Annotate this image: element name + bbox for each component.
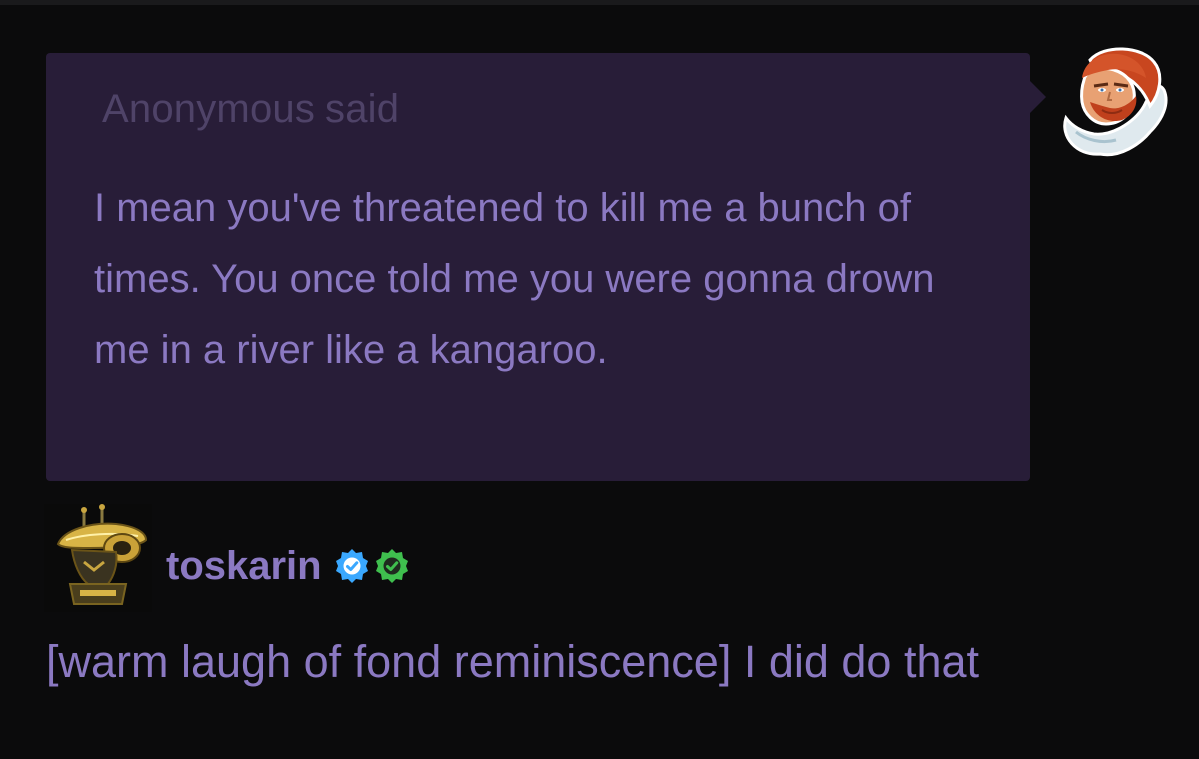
reply-username[interactable]: toskarin bbox=[166, 544, 322, 589]
asker-attribution: Anonymous said bbox=[102, 87, 399, 132]
tumblr-ask-post: Anonymous said I mean you've threatened t… bbox=[0, 0, 1199, 759]
asker-avatar[interactable] bbox=[1054, 40, 1174, 160]
reply-avatar[interactable] bbox=[44, 504, 152, 612]
asker-name[interactable]: Anonymous bbox=[102, 87, 315, 131]
top-border bbox=[0, 0, 1199, 5]
ask-bubble: Anonymous said I mean you've threatened t… bbox=[46, 53, 1046, 481]
verified-green-badge-icon[interactable] bbox=[374, 548, 410, 584]
ask-message: I mean you've threatened to kill me a bu… bbox=[94, 186, 935, 372]
said-label: said bbox=[325, 87, 400, 131]
reply-header: toskarin bbox=[166, 538, 410, 594]
verified-blue-badge-icon[interactable] bbox=[334, 548, 370, 584]
reply-text: [warm laugh of fond reminiscence] I did … bbox=[46, 636, 980, 687]
